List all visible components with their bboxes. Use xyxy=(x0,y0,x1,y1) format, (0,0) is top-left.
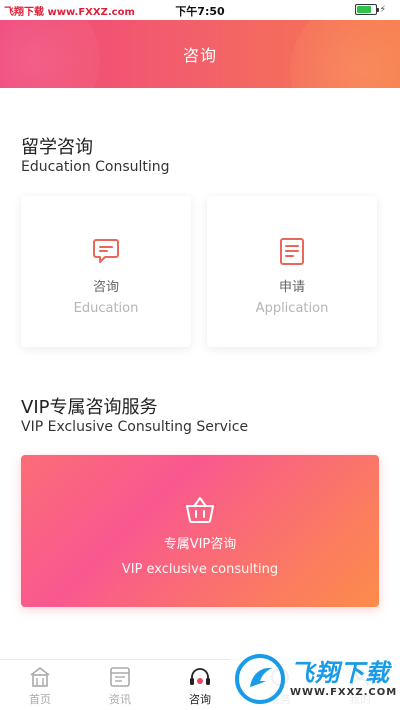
battery-indicator: ⚡ xyxy=(354,4,386,15)
tab-news-label: 资讯 xyxy=(109,693,131,706)
section-title-study: 留学咨询 xyxy=(21,137,93,158)
headset-icon xyxy=(190,668,210,685)
application-card[interactable]: 申请 Application xyxy=(207,196,377,347)
charging-icon: ⚡ xyxy=(379,4,386,15)
basket-icon xyxy=(186,497,214,524)
profile-icon xyxy=(351,669,369,687)
home-icon xyxy=(30,667,50,687)
page-title: 咨询 xyxy=(182,46,217,65)
vip-card-label: 专属VIP咨询 xyxy=(163,537,237,552)
section-title-vip: VIP专属咨询服务 xyxy=(21,397,158,418)
tab-home-label: 首页 xyxy=(29,693,51,706)
vip-card-sublabel: VIP exclusive consulting xyxy=(121,562,279,577)
status-bar: 飞翔下载 www.FXXZ.com 下午7:50 ⚡ xyxy=(0,0,400,20)
vip-consult-card[interactable]: 专属VIP咨询 VIP exclusive consulting xyxy=(21,455,379,607)
status-time: 下午7:50 xyxy=(175,5,225,18)
consult-card-label: 咨询 xyxy=(92,280,119,295)
battery-fill xyxy=(356,6,372,13)
section-subtitle-study: Education Consulting xyxy=(21,159,170,175)
tab-news[interactable]: 资讯 xyxy=(80,660,160,710)
bottom-tab-bar: 首页 资讯 咨询 服务 我的 xyxy=(0,659,400,710)
chat-bubble-icon xyxy=(93,239,119,263)
tab-service[interactable]: 服务 xyxy=(240,660,320,710)
news-icon xyxy=(110,667,130,687)
battery-icon xyxy=(354,4,379,15)
consult-card[interactable]: 咨询 Education xyxy=(21,196,191,347)
section-subtitle-vip: VIP Exclusive Consulting Service xyxy=(21,419,249,435)
tab-profile[interactable]: 我的 xyxy=(320,660,400,710)
consult-card-sublabel: Education xyxy=(73,301,139,316)
tab-service-label: 服务 xyxy=(269,693,291,706)
app-header: 咨询 xyxy=(0,20,400,88)
service-icon xyxy=(271,668,289,686)
tab-consult[interactable]: 咨询 xyxy=(160,660,240,710)
application-card-sublabel: Application xyxy=(255,301,329,316)
tab-home[interactable]: 首页 xyxy=(0,660,80,710)
tab-profile-label: 我的 xyxy=(349,693,371,706)
application-card-label: 申请 xyxy=(278,280,305,295)
tab-consult-label: 咨询 xyxy=(189,693,211,706)
document-icon xyxy=(280,238,304,265)
